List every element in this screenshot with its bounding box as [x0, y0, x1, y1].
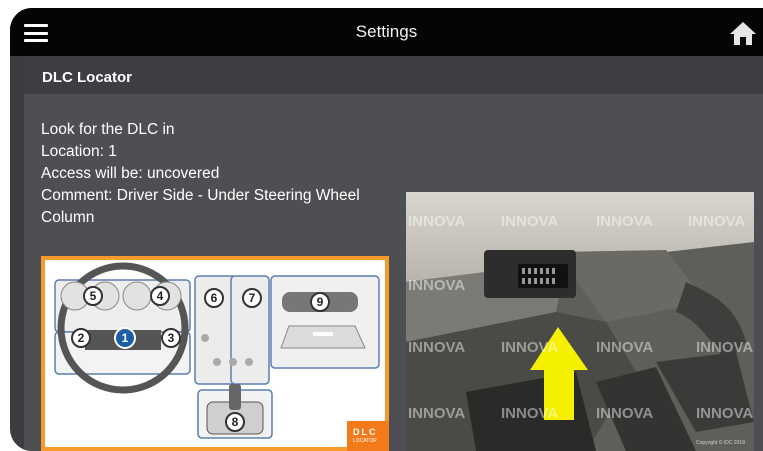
- dlc-comment-text: Comment: Driver Side - Under Steering Wh…: [41, 187, 360, 226]
- diagram-marker-9: 9: [317, 295, 324, 309]
- home-icon[interactable]: [728, 20, 758, 46]
- diagram-marker-3: 3: [168, 331, 175, 345]
- svg-text:INNOVA: INNOVA: [408, 339, 465, 356]
- diagram-marker-4: 4: [157, 289, 164, 303]
- svg-text:INNOVA: INNOVA: [596, 213, 653, 230]
- svg-text:INNOVA: INNOVA: [408, 405, 465, 422]
- svg-text:INNOVA: INNOVA: [696, 339, 753, 356]
- dlc-location-diagram: 2 1 3 5 4 6 7 9 8 DLC LOCATOR: [41, 256, 389, 451]
- svg-text:INNOVA: INNOVA: [596, 405, 653, 422]
- watermark-text: INNOVA: [408, 213, 465, 230]
- diagram-marker-2: 2: [78, 331, 85, 345]
- dlc-intro-text: Look for the DLC in: [41, 121, 175, 138]
- dlc-location-text: Location: 1: [41, 143, 117, 160]
- dlc-location-photo: INNOVA INNOVA INNOVA INNOVA INNOVA INNOV…: [406, 192, 754, 451]
- svg-text:INNOVA: INNOVA: [501, 405, 558, 422]
- app-window: Settings DLC Locator Look for the DLC in…: [10, 8, 763, 451]
- dlc-locator-panel: DLC Locator Look for the DLC in Location…: [24, 56, 763, 451]
- dlc-access-text: Access will be: uncovered: [41, 165, 220, 182]
- svg-text:INNOVA: INNOVA: [696, 405, 753, 422]
- diagram-marker-6: 6: [211, 291, 218, 305]
- diagram-marker-1: 1: [122, 331, 129, 345]
- dlc-info: Look for the DLC in Location: 1 Access w…: [41, 119, 391, 229]
- section-title: DLC Locator: [42, 69, 132, 86]
- svg-text:INNOVA: INNOVA: [501, 339, 558, 356]
- svg-text:INNOVA: INNOVA: [408, 277, 465, 294]
- diagram-marker-7: 7: [249, 291, 256, 305]
- diagram-marker-5: 5: [90, 289, 97, 303]
- top-app-bar: Settings: [10, 8, 763, 56]
- photo-copyright: Copyright © IDC 2018: [696, 439, 745, 446]
- svg-text:INNOVA: INNOVA: [501, 213, 558, 230]
- page-title: Settings: [355, 22, 418, 41]
- svg-text:INNOVA: INNOVA: [596, 339, 653, 356]
- dashboard-diagram-image: 2 1 3 5 4 6 7 9 8: [54, 262, 380, 439]
- svg-text:INNOVA: INNOVA: [688, 213, 745, 230]
- diagram-marker-8: 8: [232, 415, 239, 429]
- section-header: DLC Locator: [24, 56, 763, 94]
- dlc-locator-badge: DLC LOCATOR: [347, 421, 389, 451]
